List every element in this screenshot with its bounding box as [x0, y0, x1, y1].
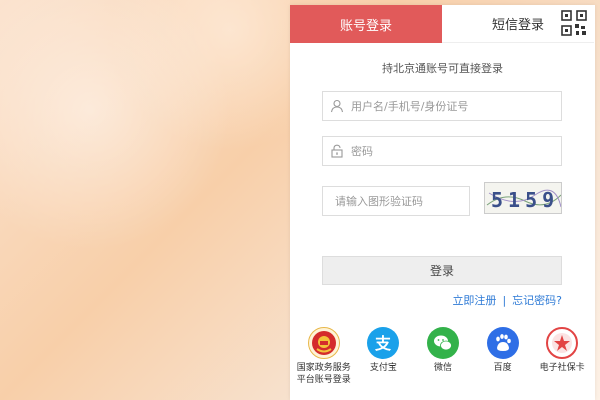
lock-icon: [323, 144, 351, 158]
background: [0, 0, 290, 400]
wechat-icon: [426, 327, 459, 359]
auth-links: 立即注册 | 忘记密码?: [322, 292, 562, 308]
captcha-image[interactable]: 5159: [484, 182, 562, 214]
username-input[interactable]: [351, 99, 551, 113]
user-icon: [323, 99, 351, 113]
svg-text:支: 支: [374, 334, 392, 353]
username-field[interactable]: [322, 91, 562, 121]
login-subtitle: 持北京通账号可直接登录: [382, 62, 503, 75]
password-input[interactable]: [351, 144, 551, 158]
social-security-card-icon: [546, 327, 579, 359]
login-panel: 账号登录 短信登录 持北京通账号可直接登录 用户名/手机号/身份证号 请输入图形…: [290, 5, 595, 400]
forgot-password-link[interactable]: 忘记密码?: [512, 294, 562, 307]
alipay-icon: 支: [367, 327, 400, 359]
provider-label: 百度: [493, 363, 512, 373]
provider-wechat[interactable]: 微信: [413, 327, 473, 386]
tab-account-login[interactable]: 账号登录: [290, 5, 442, 43]
provider-label: 支付宝: [369, 363, 397, 373]
provider-alipay[interactable]: 支 支付宝: [354, 327, 414, 386]
qr-code-icon[interactable]: [561, 10, 587, 36]
login-button[interactable]: 登录: [322, 256, 562, 285]
provider-label: 电子社保卡: [539, 363, 585, 373]
captcha-text: 5159: [491, 188, 559, 212]
provider-baidu[interactable]: 百度: [473, 327, 533, 386]
third-party-login: 国家政务服务 平台账号登录 支 支付宝 微信 百度 电子社保卡: [294, 327, 592, 386]
login-tabs: 账号登录 短信登录: [290, 5, 595, 43]
provider-social-security-card[interactable]: 电子社保卡: [532, 327, 592, 386]
national-emblem-icon: [307, 327, 340, 359]
provider-label: 国家政务服务 平台账号登录: [296, 363, 351, 385]
captcha-field[interactable]: [322, 186, 470, 216]
link-separator: |: [502, 294, 507, 307]
register-link[interactable]: 立即注册: [452, 294, 496, 307]
captcha-input[interactable]: [335, 194, 465, 208]
provider-label: 微信: [433, 363, 452, 373]
provider-national-platform[interactable]: 国家政务服务 平台账号登录: [294, 327, 354, 386]
baidu-icon: [486, 327, 519, 359]
password-field[interactable]: [322, 136, 562, 166]
